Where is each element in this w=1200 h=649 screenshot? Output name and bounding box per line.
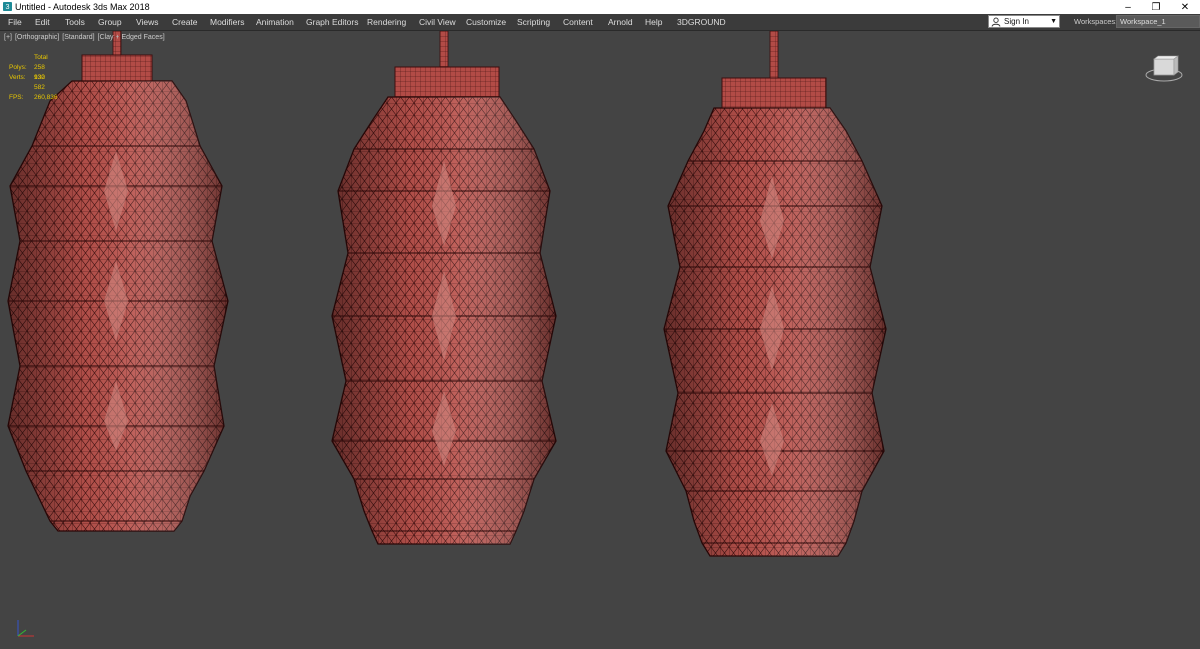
viewport-labels: [+] [Orthographic] [Standard] [Clay + Ed… — [4, 34, 166, 41]
viewport-shading-standard[interactable]: [Standard] — [62, 34, 94, 41]
menu-animation[interactable]: Animation — [256, 16, 294, 28]
user-icon — [991, 17, 1001, 27]
sign-in-label: Sign In — [1004, 17, 1029, 26]
pendant-lamp-right[interactable] — [663, 31, 887, 557]
menu-help[interactable]: Help — [645, 16, 662, 28]
menu-rendering[interactable]: Rendering — [367, 16, 406, 28]
polys-label: Polys: — [9, 64, 27, 71]
viewport-display-style[interactable]: [Clay + Edged Faces] — [98, 34, 165, 41]
3ds-max-icon: 3 — [3, 2, 12, 11]
viewcube-icon[interactable] — [1144, 55, 1184, 85]
minimize-button[interactable]: – — [1115, 0, 1141, 14]
close-icon: ✕ — [1180, 1, 1190, 13]
viewport-point-of-view[interactable]: [Orthographic] — [15, 34, 59, 41]
workspace-selected-value: Workspace_1 — [1120, 17, 1166, 26]
menu-3dground[interactable]: 3DGROUND — [677, 16, 726, 28]
viewport-menu-plus[interactable]: [+] — [4, 34, 12, 41]
menu-graph-editors[interactable]: Graph Editors — [306, 16, 358, 28]
axis-tripod-icon — [17, 620, 34, 637]
verts-label: Verts: — [9, 74, 26, 81]
viewport-orthographic[interactable]: [+] [Orthographic] [Standard] [Clay + Ed… — [0, 31, 1200, 649]
menu-tools[interactable]: Tools — [65, 16, 85, 28]
menu-scripting[interactable]: Scripting — [517, 16, 550, 28]
stats-header: Total — [34, 54, 48, 61]
pendant-lamp-center[interactable] — [331, 31, 557, 545]
sign-in-dropdown[interactable]: Sign In ▼ — [988, 15, 1060, 28]
restore-icon: ❐ — [1151, 1, 1161, 13]
pendant-lamp-left[interactable] — [7, 31, 229, 532]
menu-content[interactable]: Content — [563, 16, 593, 28]
menu-customize[interactable]: Customize — [466, 16, 506, 28]
window-title: Untitled - Autodesk 3ds Max 2018 — [15, 2, 150, 12]
menu-edit[interactable]: Edit — [35, 16, 50, 28]
verts-value: 132 582 — [34, 74, 45, 91]
restore-button[interactable]: ❐ — [1143, 0, 1169, 14]
svg-text:3: 3 — [6, 2, 10, 11]
close-button[interactable]: ✕ — [1172, 0, 1198, 14]
fps-value: 260,836 — [34, 94, 58, 101]
workspace-select[interactable]: Workspace_1 — [1116, 15, 1200, 28]
scene-canvas — [7, 31, 887, 557]
menu-file[interactable]: File — [8, 16, 22, 28]
minimize-icon: – — [1125, 1, 1131, 13]
chevron-down-icon: ▼ — [1050, 18, 1057, 25]
menu-group[interactable]: Group — [98, 16, 122, 28]
title-bar: 3 Untitled - Autodesk 3ds Max 2018 – ❐ ✕ — [0, 0, 1200, 14]
menu-views[interactable]: Views — [136, 16, 159, 28]
menu-modifiers[interactable]: Modifiers — [210, 16, 244, 28]
menu-civil-view[interactable]: Civil View — [419, 16, 456, 28]
fps-label: FPS: — [9, 94, 24, 101]
workspaces-label: Workspaces: — [1074, 17, 1118, 26]
menu-create[interactable]: Create — [172, 16, 198, 28]
menu-arnold[interactable]: Arnold — [608, 16, 633, 28]
